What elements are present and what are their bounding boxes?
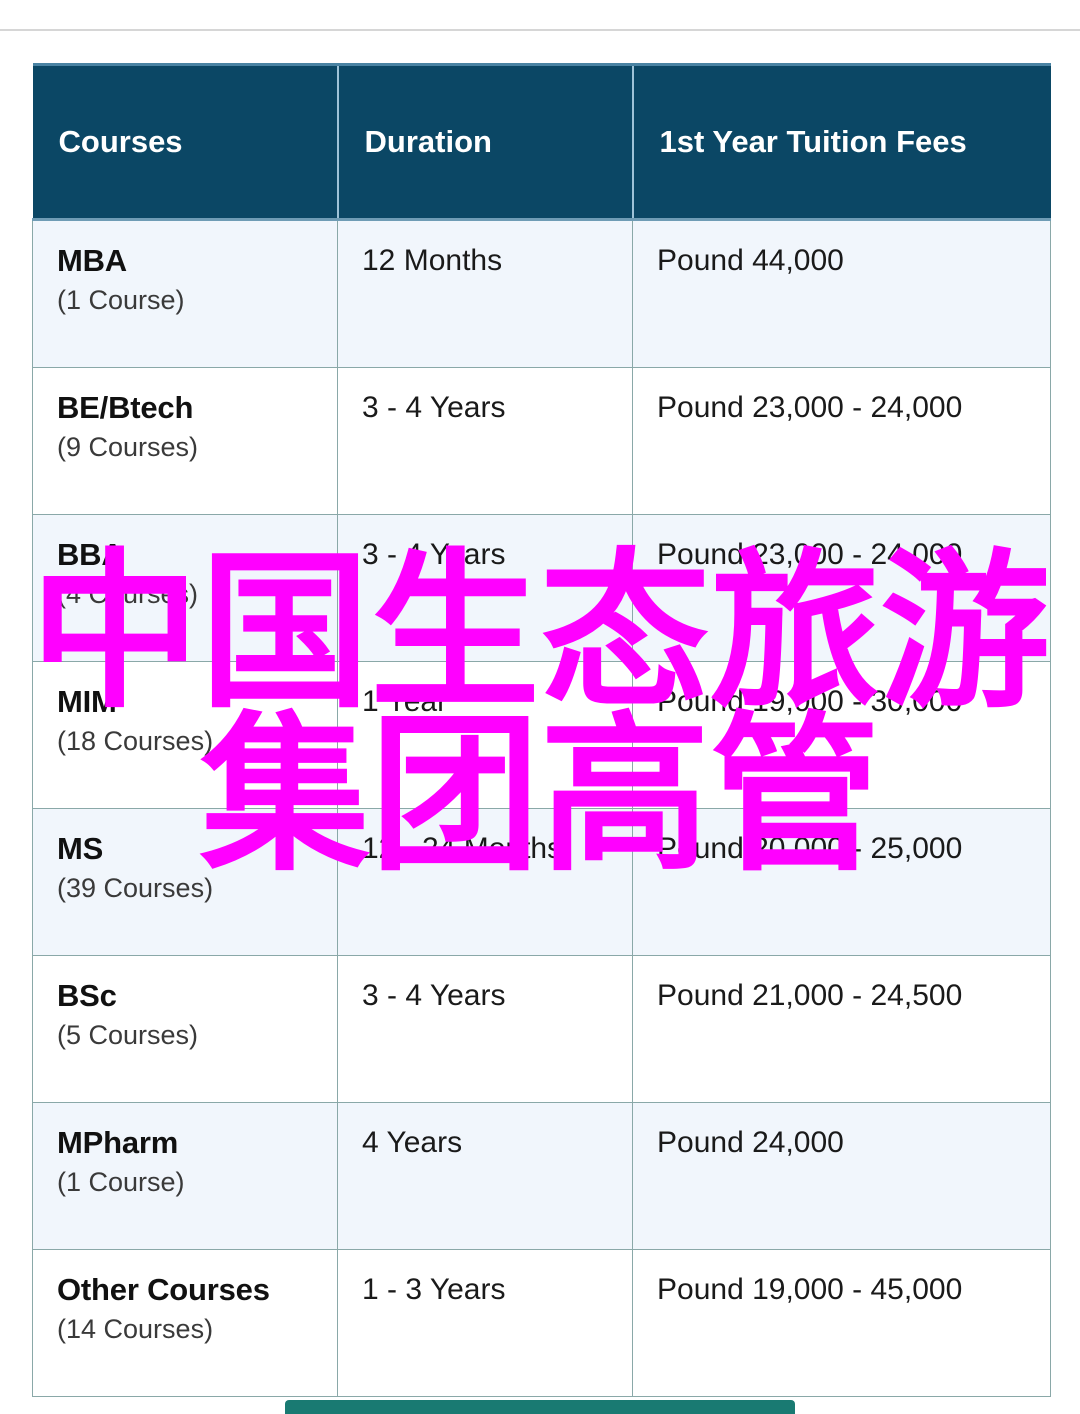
course-name: BE/Btech [57,390,194,425]
table-header: Courses Duration 1st Year Tuition Fees [32,63,1051,221]
course-count: (18 Courses) [57,726,214,757]
table-row: BBA (4 Courses) 3 - 4 Years Pound 23,000… [32,514,1051,662]
top-divider [0,29,1080,31]
cell-fees: Pound 19,000 - 45,000 [632,1249,1051,1397]
table-header-row: Courses Duration 1st Year Tuition Fees [32,63,1051,221]
cell-fees: Pound 19,000 - 30,000 [632,661,1051,809]
course-name: MBA [57,243,127,278]
table-row: BSc (5 Courses) 3 - 4 Years Pound 21,000… [32,955,1051,1103]
table-row: MBA (1 Course) 12 Months Pound 44,000 [32,219,1051,368]
cell-duration: 1 Year [337,661,633,809]
cell-duration: 1 - 3 Years [337,1249,633,1397]
column-header-fees: 1st Year Tuition Fees [632,63,1051,221]
course-name: BSc [57,978,117,1013]
cell-course: MBA (1 Course) [32,219,338,368]
course-count: (39 Courses) [57,873,214,904]
cell-course: BBA (4 Courses) [32,514,338,662]
course-count: (1 Course) [57,285,185,316]
course-name: BBA [57,537,124,572]
cell-duration: 3 - 4 Years [337,955,633,1103]
cell-fees: Pound 20,000 - 25,000 [632,808,1051,956]
table-row: MS (39 Courses) 12 - 24 Months Pound 20,… [32,808,1051,956]
cell-duration: 12 - 24 Months [337,808,633,956]
course-fees-table: Courses Duration 1st Year Tuition Fees M… [32,63,1051,1397]
cell-course: BE/Btech (9 Courses) [32,367,338,515]
course-name: Other Courses [57,1272,270,1307]
course-fees-table-wrapper: Courses Duration 1st Year Tuition Fees M… [32,63,1051,1397]
cell-course: MPharm (1 Course) [32,1102,338,1250]
cell-duration: 4 Years [337,1102,633,1250]
cell-duration: 12 Months [337,219,633,368]
course-name: MIM [57,684,117,719]
cell-fees: Pound 23,000 - 24,000 [632,514,1051,662]
cell-course: Other Courses (14 Courses) [32,1249,338,1397]
cell-duration: 3 - 4 Years [337,367,633,515]
course-count: (5 Courses) [57,1020,199,1051]
course-count: (9 Courses) [57,432,199,463]
table-row: Other Courses (14 Courses) 1 - 3 Years P… [32,1249,1051,1397]
course-name: MPharm [57,1125,179,1160]
cell-fees: Pound 24,000 [632,1102,1051,1250]
course-count: (14 Courses) [57,1314,214,1345]
cell-fees: Pound 44,000 [632,219,1051,368]
table-row: MPharm (1 Course) 4 Years Pound 24,000 [32,1102,1051,1250]
table-body: MBA (1 Course) 12 Months Pound 44,000 BE… [32,219,1051,1397]
cell-course: BSc (5 Courses) [32,955,338,1103]
cell-course: MIM (18 Courses) [32,661,338,809]
cell-fees: Pound 21,000 - 24,500 [632,955,1051,1103]
column-header-duration: Duration [337,63,634,221]
cell-fees: Pound 23,000 - 24,000 [632,367,1051,515]
course-count: (4 Courses) [57,579,199,610]
column-header-courses: Courses [32,63,339,221]
cell-duration: 3 - 4 Years [337,514,633,662]
course-count: (1 Course) [57,1167,185,1198]
cell-course: MS (39 Courses) [32,808,338,956]
table-row: BE/Btech (9 Courses) 3 - 4 Years Pound 2… [32,367,1051,515]
table-row: MIM (18 Courses) 1 Year Pound 19,000 - 3… [32,661,1051,809]
course-name: MS [57,831,104,866]
bottom-action-bar[interactable] [285,1400,795,1414]
